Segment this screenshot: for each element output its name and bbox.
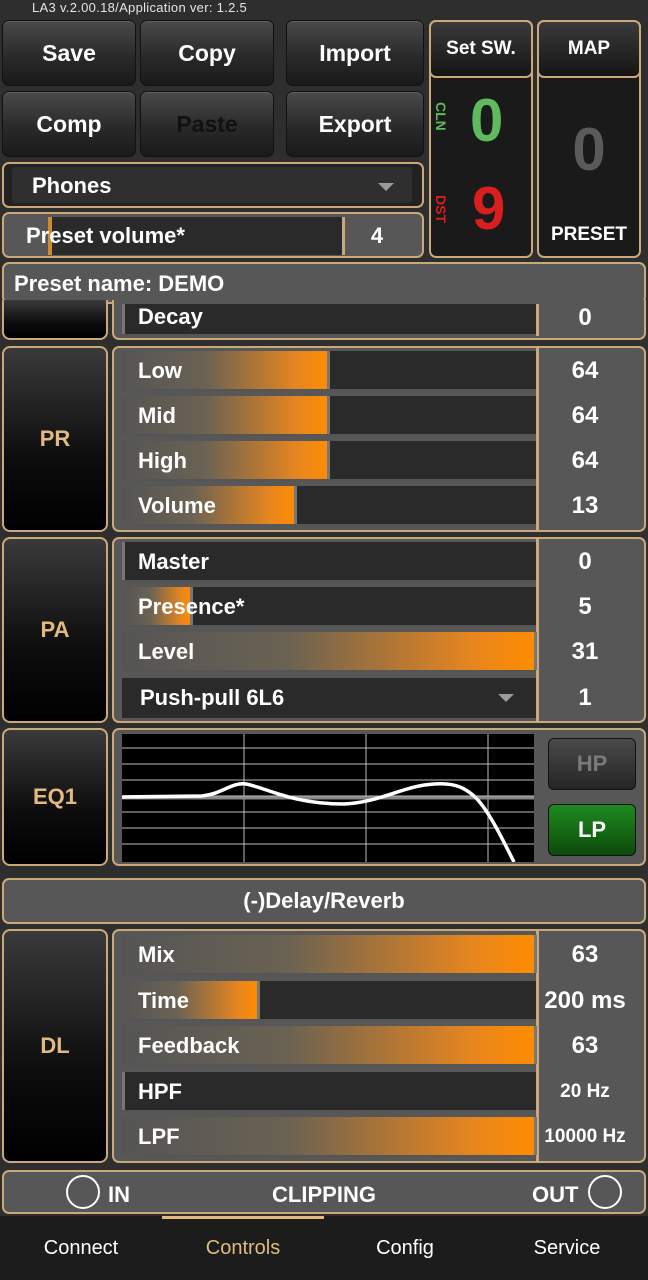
clip-out-indicator-icon: [588, 1175, 622, 1209]
dst-label: DST: [433, 195, 449, 223]
slider-label: Master: [138, 549, 209, 574]
slider-value: 31: [571, 638, 599, 665]
dl-feedback-slider[interactable]: Feedback: [122, 1026, 537, 1066]
decay-value: 0: [578, 304, 592, 331]
eq-curve-svg: [121, 734, 534, 863]
chevron-down-icon: [498, 694, 514, 702]
dst-value[interactable]: 9: [472, 174, 505, 243]
slider-value: 10000 Hz: [544, 1126, 626, 1147]
tab-controls[interactable]: Controls: [162, 1216, 324, 1280]
slider-value: 64: [571, 357, 599, 384]
slider-handle[interactable]: [327, 351, 330, 389]
bottom-tab-bar: Connect Controls Config Service: [0, 1216, 648, 1280]
lp-button[interactable]: LP: [548, 804, 636, 856]
delay-reverb-title: (-)Delay/Reverb: [243, 888, 405, 913]
slider-handle[interactable]: [257, 980, 260, 1019]
import-button[interactable]: Import: [286, 20, 424, 86]
slider-value: 20 Hz: [560, 1080, 610, 1102]
clipping-bar: IN CLIPPING OUT: [2, 1170, 646, 1214]
slider-label: Mix: [138, 942, 175, 967]
decay-slider[interactable]: Decay: [122, 304, 536, 336]
pr-section-label[interactable]: PR: [2, 346, 108, 532]
version-text: LA3 v.2.00.18/Application ver: 1.2.5: [32, 0, 248, 15]
preset-volume-control[interactable]: Preset volume* 4: [2, 212, 424, 258]
slider-label: Level: [138, 639, 195, 664]
cln-value[interactable]: 0: [470, 86, 503, 155]
slider-fill: [122, 1117, 536, 1155]
pr-mid-slider[interactable]: Mid: [122, 396, 536, 436]
chevron-down-icon: [378, 183, 394, 191]
slider-label: Presence*: [138, 594, 245, 619]
tab-connect[interactable]: Connect: [0, 1216, 162, 1280]
slider-handle[interactable]: [122, 1071, 125, 1110]
slider-value: 5: [578, 593, 592, 620]
reverb-section-label: [2, 300, 108, 340]
slider-label: Mid: [138, 403, 176, 428]
tab-service[interactable]: Service: [486, 1216, 648, 1280]
slider-value: 63: [571, 941, 599, 968]
slider-fill: [122, 935, 536, 973]
amp-type-dropdown[interactable]: Push-pull 6L6: [122, 678, 536, 718]
set-sw-button[interactable]: Set SW.: [429, 20, 533, 78]
copy-button[interactable]: Copy: [140, 20, 274, 86]
save-button[interactable]: Save: [2, 20, 136, 86]
decay-label: Decay: [138, 304, 203, 329]
dl-lpf-slider[interactable]: LPF: [122, 1117, 537, 1157]
slider-handle[interactable]: [534, 1117, 537, 1155]
dl-section-label[interactable]: DL: [2, 929, 108, 1163]
paste-button[interactable]: Paste: [140, 91, 274, 157]
clip-out-label: OUT: [532, 1182, 579, 1207]
pr-low-slider[interactable]: Low: [122, 351, 536, 391]
slider-label: Time: [138, 987, 189, 1013]
preset-volume-label: Preset volume*: [26, 223, 185, 248]
slider-handle[interactable]: [294, 486, 297, 524]
slider-handle[interactable]: [534, 935, 537, 973]
eq1-section-label[interactable]: EQ1: [2, 728, 108, 866]
slider-handle[interactable]: [122, 542, 125, 580]
amp-type-value: Push-pull 6L6: [140, 685, 285, 710]
cln-label: CLN: [433, 102, 449, 131]
eq-curve-graph[interactable]: [121, 734, 534, 863]
pa-presence-slider[interactable]: Presence*: [122, 587, 536, 627]
slider-handle[interactable]: [327, 441, 330, 479]
slider-value: 63: [571, 1032, 599, 1059]
amp-type-number: 1: [578, 684, 592, 711]
dl-hpf-slider[interactable]: HPF: [122, 1071, 536, 1112]
slider-label: Low: [138, 358, 182, 383]
slider-value: 0: [578, 548, 592, 575]
map-preset-value: 0: [572, 116, 606, 183]
export-button[interactable]: Export: [286, 91, 424, 157]
slider-label: Volume: [138, 493, 216, 518]
slider-handle[interactable]: [327, 396, 330, 434]
slider-value: 64: [571, 447, 599, 474]
preset-volume-value: 4: [370, 223, 384, 248]
slider-label: HPF: [138, 1078, 182, 1104]
hp-button[interactable]: HP: [548, 738, 636, 790]
slider-value: 64: [571, 402, 599, 429]
map-preset-label: PRESET: [550, 224, 628, 245]
comp-button[interactable]: Comp: [2, 91, 136, 157]
output-dropdown-value: Phones: [32, 173, 112, 198]
delay-reverb-header[interactable]: (-)Delay/Reverb: [2, 878, 646, 924]
slider-handle[interactable]: [534, 1026, 537, 1064]
map-button[interactable]: MAP: [537, 20, 641, 78]
slider-label: High: [138, 448, 187, 473]
tab-config[interactable]: Config: [324, 1216, 486, 1280]
output-dropdown[interactable]: Phones: [2, 162, 424, 208]
pa-section-label[interactable]: PA: [2, 537, 108, 723]
slider-value: 200 ms: [544, 986, 626, 1014]
preset-name: Preset name: DEMO: [14, 271, 225, 296]
slider-label: LPF: [138, 1124, 180, 1149]
slider-handle[interactable]: [534, 632, 537, 670]
pr-volume-slider[interactable]: Volume: [122, 486, 536, 526]
dl-time-slider[interactable]: Time: [122, 980, 536, 1021]
slider-label: Feedback: [138, 1033, 240, 1058]
pa-master-slider[interactable]: Master: [122, 542, 536, 582]
slider-value: 13: [571, 492, 599, 519]
dl-mix-slider[interactable]: Mix: [122, 935, 537, 975]
pr-high-slider[interactable]: High: [122, 441, 536, 481]
pa-level-slider[interactable]: Level: [122, 632, 537, 672]
